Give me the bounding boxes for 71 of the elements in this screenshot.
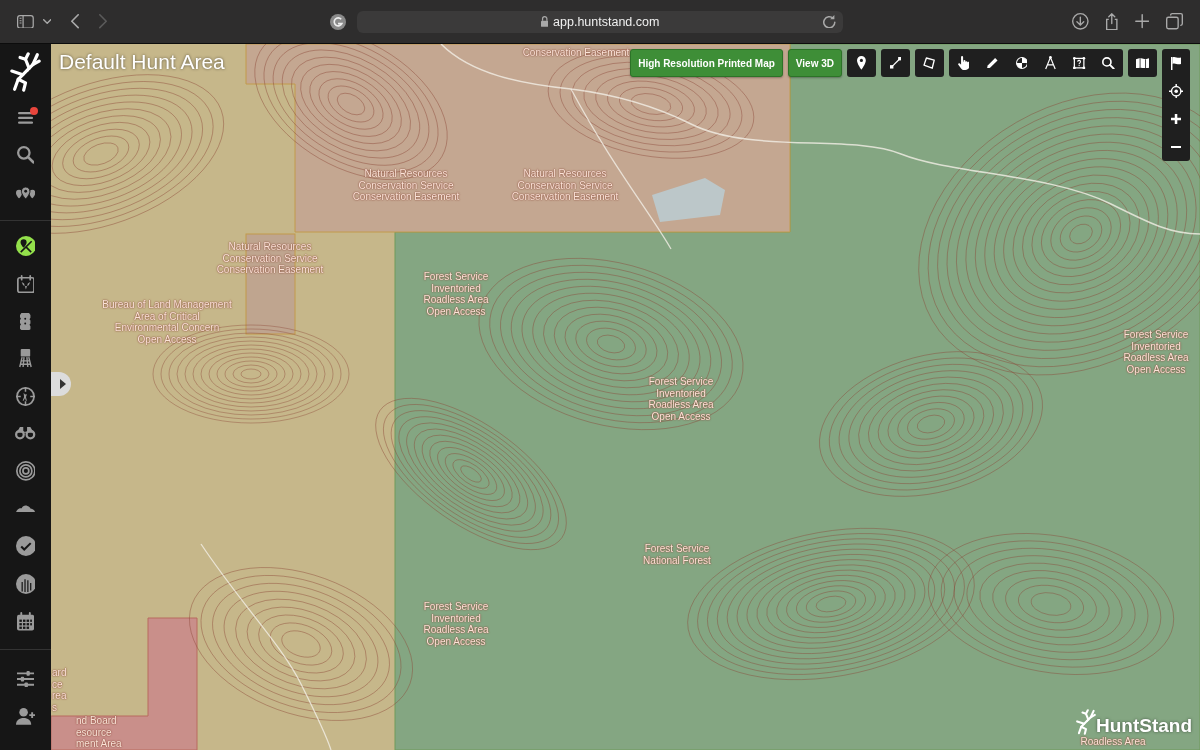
menu-icon xyxy=(17,111,34,124)
crosshair-deer-icon xyxy=(16,386,35,406)
map-label: Forest Service Inventoried Roadless Area Open Access xyxy=(423,601,489,648)
reload-icon[interactable] xyxy=(823,14,836,29)
quartered-circle-icon xyxy=(1015,57,1028,69)
tool-button[interactable] xyxy=(847,49,876,77)
mounds-icon xyxy=(16,505,35,513)
pointing-hand-icon xyxy=(957,56,970,70)
map-label: Forest Service National Forest xyxy=(643,543,711,567)
tabs-overview-icon[interactable] xyxy=(1166,13,1183,30)
address-field[interactable]: app.huntstand.com xyxy=(357,10,843,33)
map-label: ard ce rea s xyxy=(52,667,67,714)
map-label: Natural Resources Conservation Service Conservation Easement xyxy=(511,168,619,203)
add-user-icon xyxy=(16,707,35,725)
zoom-in-icon xyxy=(1170,113,1182,125)
tower-stand-icon xyxy=(19,349,32,369)
target-icon xyxy=(15,461,36,482)
search-icon xyxy=(16,146,35,165)
map-label: Forest Service Inventoried Roadless Area Open Access xyxy=(648,376,714,423)
map-label: Natural Resources Conservation Service Conservation Easement xyxy=(216,241,324,276)
brand-name: HuntStand xyxy=(1095,716,1192,735)
sliders-icon xyxy=(16,670,35,687)
tool-button[interactable] xyxy=(881,49,910,77)
map-label: Natural Resources Conservation Service Conservation Easement xyxy=(352,168,460,203)
share-icon[interactable] xyxy=(1106,12,1118,31)
back-chevron-icon[interactable] xyxy=(71,14,80,29)
calendar-deer-icon xyxy=(16,274,35,293)
pencil-icon xyxy=(987,57,998,69)
sidebar-toggle-icon[interactable] xyxy=(17,14,34,29)
search-icon xyxy=(1102,56,1115,70)
chevron-down-icon[interactable] xyxy=(42,19,52,24)
square-question-icon xyxy=(1073,56,1086,70)
caret-right-icon xyxy=(59,379,66,389)
map-label: Bureau of Land Management Area of Critical Environmental Concern Open Access xyxy=(102,299,232,346)
tool-button[interactable] xyxy=(915,49,944,77)
map-action-button[interactable]: View 3D xyxy=(787,49,842,77)
tool-button[interactable] xyxy=(949,49,978,77)
crosshair-icon xyxy=(1168,83,1184,99)
zoom-out-icon xyxy=(1170,145,1182,149)
polygon-icon xyxy=(923,56,936,70)
check-circle-icon xyxy=(15,536,36,557)
extension-icon[interactable] xyxy=(330,13,346,30)
map-action-button[interactable]: High Resolution Printed Map xyxy=(630,49,783,77)
new-tab-plus-icon[interactable] xyxy=(1134,14,1149,29)
folded-map-icon xyxy=(1135,57,1150,69)
map-marker-icon xyxy=(15,236,36,257)
map-pin-icon xyxy=(857,56,866,70)
url-text: app.huntstand.com xyxy=(553,14,660,29)
expand-panel-button[interactable] xyxy=(51,372,71,396)
binoculars-icon xyxy=(15,427,36,440)
antler-figure-logo-icon xyxy=(1075,709,1096,735)
drafting-compass-icon xyxy=(1045,56,1056,70)
map-label: Roadless Area xyxy=(1080,736,1146,748)
line-segment-icon xyxy=(889,57,902,69)
bars-circle-icon xyxy=(15,573,36,594)
map-label: Conservation Easement xyxy=(522,47,630,59)
calendar-icon xyxy=(16,612,35,631)
antler-figure-logo-icon[interactable] xyxy=(10,51,41,92)
tool-button[interactable] xyxy=(1128,49,1157,77)
area-title: Default Hunt Area xyxy=(59,49,225,75)
map-label: Forest Service Inventoried Roadless Area Open Access xyxy=(1123,329,1189,376)
map-control-button[interactable] xyxy=(1162,133,1190,161)
backpack-icon xyxy=(20,312,31,330)
map-label: nd Board esource ment Area xyxy=(76,715,122,750)
tool-button[interactable] xyxy=(1094,49,1123,77)
map-pins-icon xyxy=(15,186,36,199)
map-label: Forest Service Inventoried Roadless Area Open Access xyxy=(423,271,489,318)
map-control-button[interactable] xyxy=(1162,49,1190,77)
download-icon[interactable] xyxy=(1072,13,1090,30)
flag-icon xyxy=(1170,56,1182,70)
lock-icon xyxy=(540,16,549,27)
